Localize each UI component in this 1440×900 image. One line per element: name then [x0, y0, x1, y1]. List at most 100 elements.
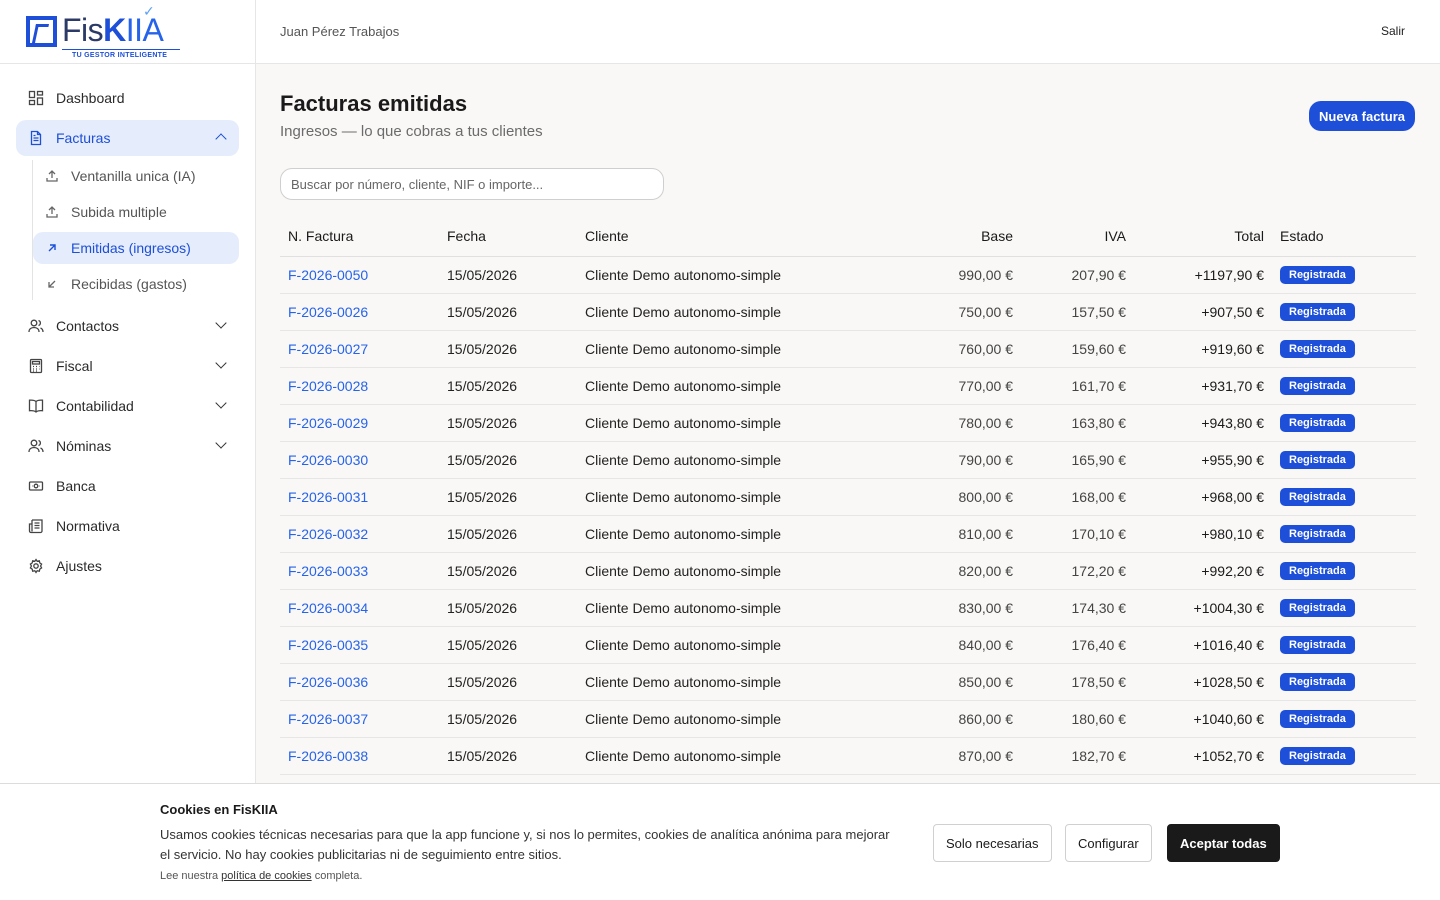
- column-header-base[interactable]: Base: [877, 216, 1021, 257]
- sidebar-item-facturas[interactable]: Facturas: [16, 120, 239, 156]
- status-cell: Registrada: [1272, 293, 1416, 331]
- invoice-total: +968,00 €: [1134, 478, 1272, 516]
- sidebar-subitem-recibidas[interactable]: Recibidas (gastos): [33, 268, 239, 300]
- table-row[interactable]: F-2026-0035 15/05/2026 Cliente Demo autono…: [280, 626, 1416, 664]
- cookie-policy-link[interactable]: política de cookies: [221, 870, 312, 882]
- table-row[interactable]: F-2026-0034 15/05/2026 Cliente Demo autono…: [280, 589, 1416, 627]
- table-row[interactable]: F-2026-0029 15/05/2026 Cliente Demo autono…: [280, 404, 1416, 442]
- column-header-cliente[interactable]: Cliente: [577, 216, 877, 257]
- invoices-table: N. Factura Fecha Cliente Base IVA Total …: [280, 216, 1416, 775]
- invoice-number-link[interactable]: F-2026-0050: [280, 256, 439, 294]
- gear-icon: [28, 558, 44, 574]
- table-row[interactable]: F-2026-0036 15/05/2026 Cliente Demo autono…: [280, 663, 1416, 701]
- invoice-base: 810,00 €: [877, 515, 1021, 553]
- status-cell: Registrada: [1272, 700, 1416, 738]
- sidebar-item-ajustes[interactable]: Ajustes: [16, 548, 239, 584]
- status-badge: Registrada: [1280, 599, 1355, 617]
- necessary-only-button[interactable]: Solo necesarias: [933, 824, 1052, 862]
- status-cell: Registrada: [1272, 589, 1416, 627]
- invoice-iva: 165,90 €: [1021, 441, 1134, 479]
- status-cell: Registrada: [1272, 737, 1416, 775]
- invoice-total: +955,90 €: [1134, 441, 1272, 479]
- table-row[interactable]: F-2026-0026 15/05/2026 Cliente Demo autono…: [280, 293, 1416, 331]
- table-row[interactable]: F-2026-0030 15/05/2026 Cliente Demo autono…: [280, 441, 1416, 479]
- table-row[interactable]: F-2026-0028 15/05/2026 Cliente Demo autono…: [280, 367, 1416, 405]
- logo[interactable]: FisKIIA ✓ TU GESTOR INTELIGENTE: [0, 0, 255, 64]
- invoice-total: +1004,30 €: [1134, 589, 1272, 627]
- invoice-number-link[interactable]: F-2026-0038: [280, 737, 439, 775]
- invoice-number-link[interactable]: F-2026-0036: [280, 663, 439, 701]
- invoice-iva: 182,70 €: [1021, 737, 1134, 775]
- search-input[interactable]: [280, 168, 664, 200]
- invoice-base: 820,00 €: [877, 552, 1021, 590]
- sidebar-item-normativa[interactable]: Normativa: [16, 508, 239, 544]
- configure-cookies-button[interactable]: Configurar: [1065, 824, 1152, 862]
- sidebar-subitem-ventanilla[interactable]: Ventanilla unica (IA): [33, 160, 239, 192]
- sidebar-item-contabilidad[interactable]: Contabilidad: [16, 388, 239, 424]
- logo-underline: [62, 49, 180, 50]
- table-row[interactable]: F-2026-0027 15/05/2026 Cliente Demo autono…: [280, 330, 1416, 368]
- table-row[interactable]: F-2026-0033 15/05/2026 Cliente Demo autono…: [280, 552, 1416, 590]
- invoice-number-link[interactable]: F-2026-0032: [280, 515, 439, 553]
- invoice-base: 800,00 €: [877, 478, 1021, 516]
- sidebar-item-dashboard[interactable]: Dashboard: [16, 80, 239, 116]
- invoice-number-link[interactable]: F-2026-0029: [280, 404, 439, 442]
- status-badge: Registrada: [1280, 266, 1355, 284]
- invoice-number-link[interactable]: F-2026-0035: [280, 626, 439, 664]
- invoice-number-link[interactable]: F-2026-0030: [280, 441, 439, 479]
- new-invoice-button[interactable]: Nueva factura: [1309, 101, 1415, 131]
- table-row[interactable]: F-2026-0038 15/05/2026 Cliente Demo autono…: [280, 737, 1416, 775]
- status-cell: Registrada: [1272, 404, 1416, 442]
- grid-icon: [28, 90, 44, 106]
- invoice-number-link[interactable]: F-2026-0034: [280, 589, 439, 627]
- table-row[interactable]: F-2026-0050 15/05/2026 Cliente Demo autono…: [280, 256, 1416, 294]
- cookie-banner: Cookies en FisKIIA Usamos cookies técnic…: [0, 783, 1440, 900]
- column-header-iva[interactable]: IVA: [1021, 216, 1134, 257]
- invoice-iva: 170,10 €: [1021, 515, 1134, 553]
- invoice-number-link[interactable]: F-2026-0037: [280, 700, 439, 738]
- column-header-numero[interactable]: N. Factura: [280, 216, 439, 257]
- logout-link[interactable]: Salir: [1381, 24, 1405, 38]
- sidebar: FisKIIA ✓ TU GESTOR INTELIGENTE Dashboar…: [0, 0, 256, 900]
- accept-all-button[interactable]: Aceptar todas: [1167, 824, 1280, 862]
- sidebar-item-label: Facturas: [56, 130, 111, 146]
- invoice-number-link[interactable]: F-2026-0031: [280, 478, 439, 516]
- page-subtitle: Ingresos — lo que cobras a tus clientes: [280, 123, 543, 140]
- invoice-base: 990,00 €: [877, 256, 1021, 294]
- invoice-number-link[interactable]: F-2026-0026: [280, 293, 439, 331]
- sidebar-item-fiscal[interactable]: Fiscal: [16, 348, 239, 384]
- status-badge: Registrada: [1280, 636, 1355, 654]
- sidebar-subitem-subida-multiple[interactable]: Subida multiple: [33, 196, 239, 228]
- invoice-client: Cliente Demo autonomo-simple: [577, 478, 877, 516]
- sidebar-item-contactos[interactable]: Contactos: [16, 308, 239, 344]
- invoice-total: +1016,40 €: [1134, 626, 1272, 664]
- invoice-base: 780,00 €: [877, 404, 1021, 442]
- invoice-client: Cliente Demo autonomo-simple: [577, 663, 877, 701]
- column-header-total[interactable]: Total: [1134, 216, 1272, 257]
- sidebar-item-label: Nóminas: [56, 438, 112, 454]
- column-header-estado[interactable]: Estado: [1272, 216, 1416, 257]
- table-row[interactable]: F-2026-0037 15/05/2026 Cliente Demo autono…: [280, 700, 1416, 738]
- status-badge: Registrada: [1280, 377, 1355, 395]
- invoice-date: 15/05/2026: [439, 626, 577, 664]
- sidebar-subitem-emitidas[interactable]: Emitidas (ingresos): [33, 232, 239, 264]
- sidebar-item-banca[interactable]: Banca: [16, 468, 239, 504]
- column-header-fecha[interactable]: Fecha: [439, 216, 577, 257]
- sidebar-nav: Dashboard Facturas Ventanilla unica (IA)…: [0, 64, 255, 584]
- table-row[interactable]: F-2026-0031 15/05/2026 Cliente Demo autono…: [280, 478, 1416, 516]
- status-badge: Registrada: [1280, 673, 1355, 691]
- table-header-row: N. Factura Fecha Cliente Base IVA Total …: [280, 216, 1416, 257]
- invoice-date: 15/05/2026: [439, 737, 577, 775]
- page-title: Facturas emitidas: [280, 91, 468, 116]
- cookie-title: Cookies en FisKIIA: [160, 802, 278, 817]
- table-row[interactable]: F-2026-0032 15/05/2026 Cliente Demo autono…: [280, 515, 1416, 553]
- users-icon: [28, 438, 44, 454]
- invoice-number-link[interactable]: F-2026-0033: [280, 552, 439, 590]
- invoice-base: 860,00 €: [877, 700, 1021, 738]
- sidebar-item-nominas[interactable]: Nóminas: [16, 428, 239, 464]
- cookie-policy-note: Lee nuestra política de cookies completa…: [160, 870, 362, 882]
- invoice-total: +1040,60 €: [1134, 700, 1272, 738]
- invoice-iva: 174,30 €: [1021, 589, 1134, 627]
- invoice-number-link[interactable]: F-2026-0028: [280, 367, 439, 405]
- invoice-number-link[interactable]: F-2026-0027: [280, 330, 439, 368]
